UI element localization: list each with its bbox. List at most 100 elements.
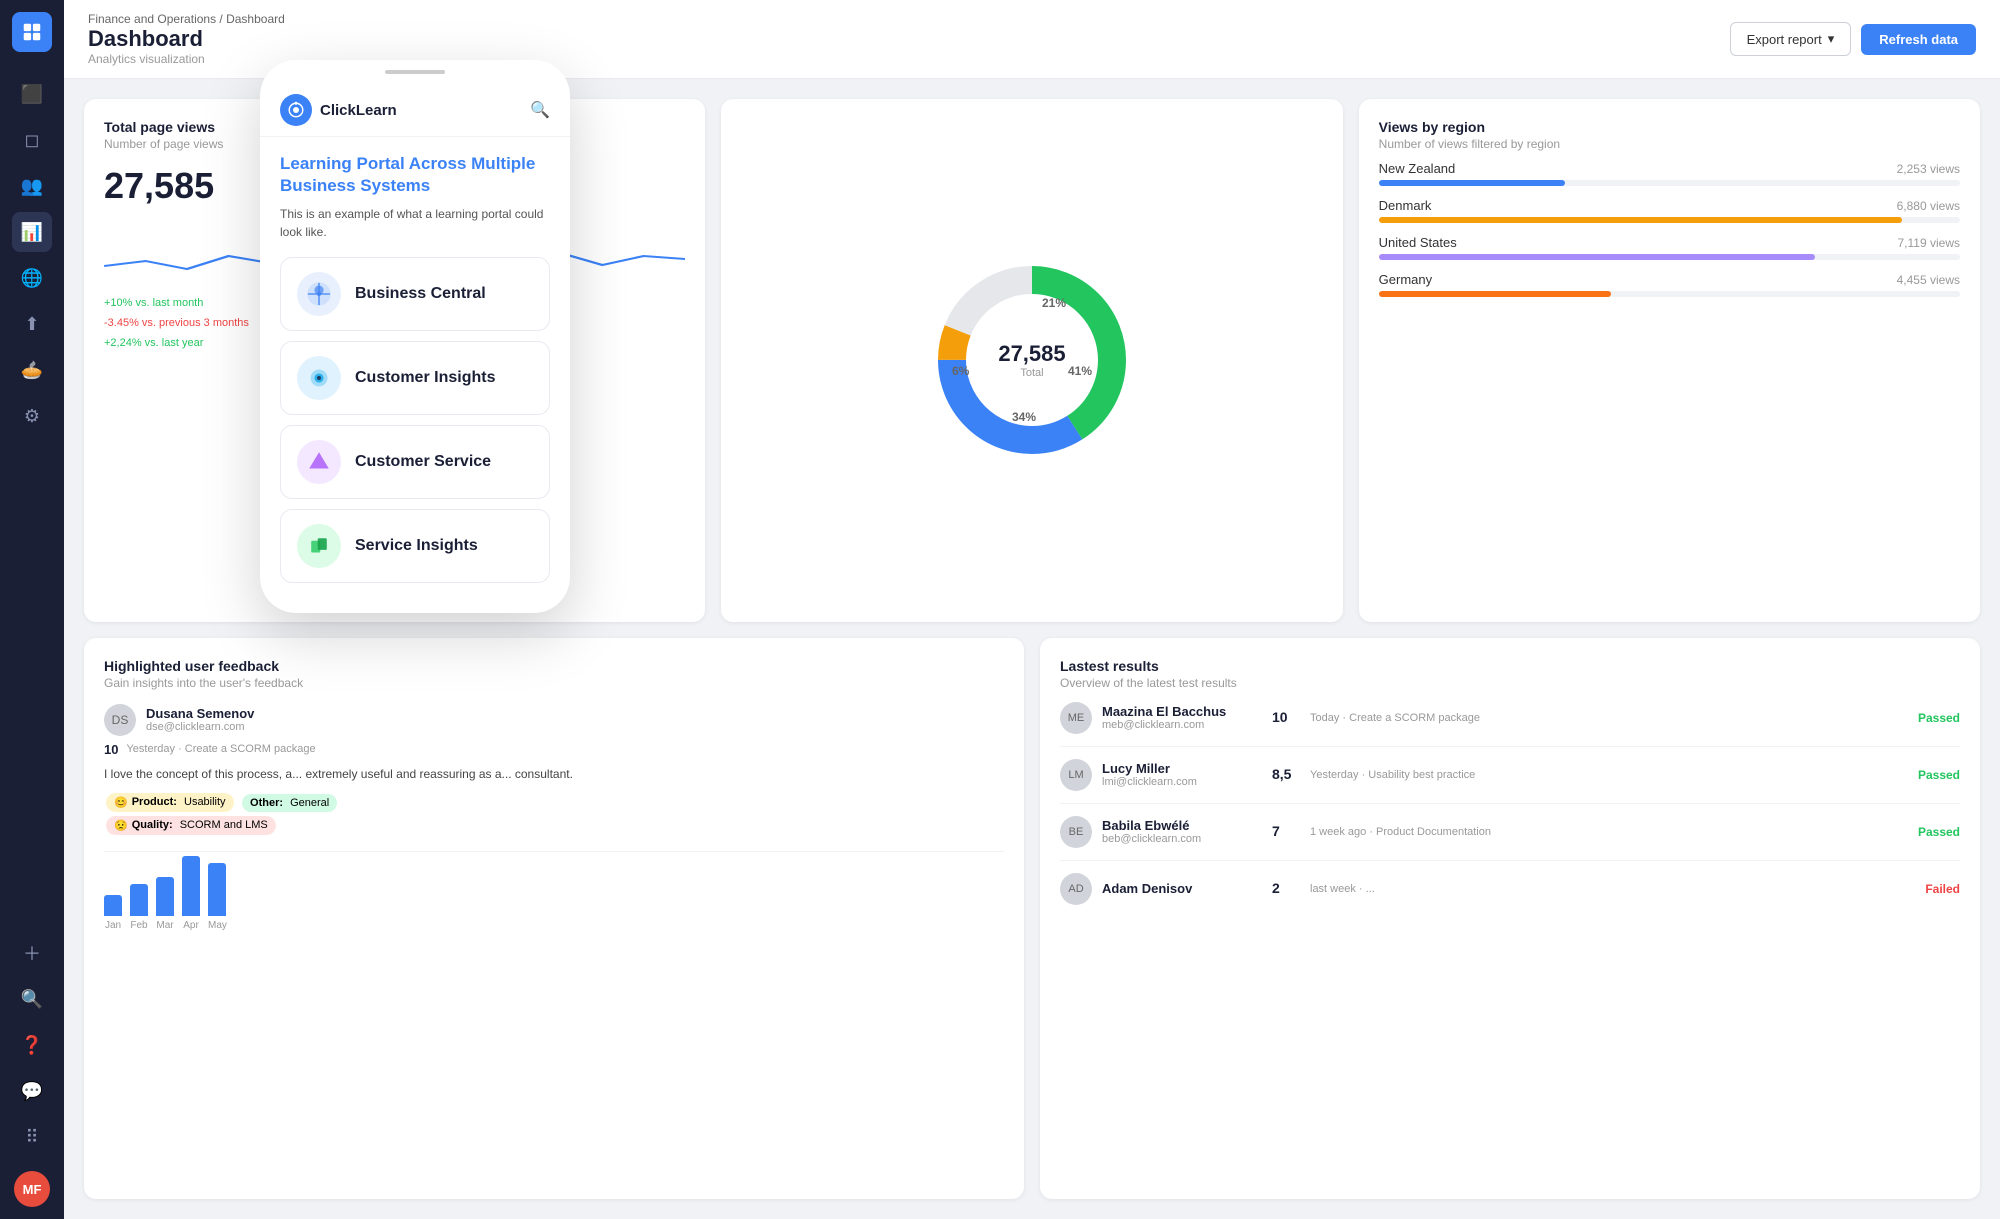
sidebar-item-chat[interactable]: 💬 bbox=[12, 1071, 52, 1111]
region-item: New Zealand 2,253 views bbox=[1379, 161, 1960, 186]
feedback-user-email: dse@clicklearn.com bbox=[146, 721, 254, 733]
donut-chart: 27,585 Total 21% 41% 34% 6% bbox=[932, 260, 1132, 460]
phone-menu: Business Central Customer Insights Custo… bbox=[280, 257, 550, 583]
result-avatar: LM bbox=[1060, 759, 1092, 791]
region-list: New Zealand 2,253 views Denmark 6,880 vi… bbox=[1379, 161, 1960, 297]
bar-month-label: Jan bbox=[105, 920, 121, 931]
bar-column: May bbox=[208, 863, 227, 931]
result-row: AD Adam Denisov 2 last week · ... Failed bbox=[1060, 861, 1960, 917]
region-bar-wrap bbox=[1379, 217, 1960, 223]
phone-menu-icon-bc bbox=[297, 272, 341, 316]
bar bbox=[156, 877, 174, 916]
sidebar-item-pie[interactable]: 🥧 bbox=[12, 350, 52, 390]
pct-label-blue: 34% bbox=[1012, 410, 1036, 424]
export-report-button[interactable]: Export report ▾ bbox=[1730, 22, 1852, 56]
region-bar-wrap bbox=[1379, 291, 1960, 297]
bar bbox=[130, 884, 148, 916]
result-avatar: ME bbox=[1060, 702, 1092, 734]
user-avatar-ds: DS bbox=[104, 704, 136, 736]
phone-headline: Learning Portal Across Multiple Business… bbox=[280, 153, 550, 197]
donut-value: 27,585 bbox=[998, 341, 1065, 367]
sidebar-item-search[interactable]: 🔍 bbox=[12, 979, 52, 1019]
page-title: Dashboard bbox=[88, 26, 285, 52]
region-name: New Zealand bbox=[1379, 161, 1456, 176]
region-item: Denmark 6,880 views bbox=[1379, 198, 1960, 223]
feedback-card: Highlighted user feedback Gain insights … bbox=[84, 638, 1024, 1199]
phone-search-icon[interactable]: 🔍 bbox=[530, 100, 550, 120]
stat3: +2,24% vs. last year bbox=[104, 337, 203, 349]
phone-body: Learning Portal Across Multiple Business… bbox=[260, 137, 570, 583]
bar bbox=[182, 856, 200, 916]
phone-menu-label: Customer Insights bbox=[355, 369, 495, 387]
region-views: 2,253 views bbox=[1897, 162, 1960, 176]
bar bbox=[208, 863, 226, 916]
result-status: Passed bbox=[1918, 711, 1960, 725]
refresh-data-button[interactable]: Refresh data bbox=[1861, 24, 1976, 55]
region-name: United States bbox=[1379, 235, 1457, 250]
bar-column: Jan bbox=[104, 895, 122, 931]
views-by-region-card: Views by region Number of views filtered… bbox=[1359, 99, 1980, 622]
result-email: meb@clicklearn.com bbox=[1102, 719, 1262, 731]
sidebar-item-globe[interactable]: 🌐 bbox=[12, 258, 52, 298]
region-title: Views by region bbox=[1379, 119, 1960, 135]
page-subtitle: Analytics visualization bbox=[88, 52, 285, 66]
phone-menu-icon-cs bbox=[297, 440, 341, 484]
feedback-subtitle: Gain insights into the user's feedback bbox=[104, 676, 1004, 690]
stat2: -3.45% vs. previous 3 months bbox=[104, 317, 249, 329]
bar-column: Mar bbox=[156, 877, 174, 931]
region-bar bbox=[1379, 217, 1902, 223]
bar-column: Apr bbox=[182, 856, 200, 931]
result-score: 2 bbox=[1272, 880, 1280, 896]
phone-menu-item-ci[interactable]: Customer Insights bbox=[280, 341, 550, 415]
region-bar bbox=[1379, 180, 1565, 186]
sidebar-logo[interactable] bbox=[12, 12, 52, 52]
sidebar-item-settings[interactable]: ⚙ bbox=[12, 396, 52, 436]
region-name: Denmark bbox=[1379, 198, 1432, 213]
phone-menu-icon-ci bbox=[297, 356, 341, 400]
sidebar-item-plus[interactable]: ＋ bbox=[12, 933, 52, 973]
donut-label: Total bbox=[998, 367, 1065, 379]
results-list: ME Maazina El Bacchus meb@clicklearn.com… bbox=[1060, 690, 1960, 917]
results-title: Lastest results bbox=[1060, 658, 1960, 674]
donut-chart-card: 27,585 Total 21% 41% 34% 6% bbox=[721, 99, 1342, 622]
sidebar-avatar[interactable]: MF bbox=[14, 1171, 50, 1207]
result-row: ME Maazina El Bacchus meb@clicklearn.com… bbox=[1060, 690, 1960, 747]
sidebar-item-help[interactable]: ❓ bbox=[12, 1025, 52, 1065]
result-meta: last week · ... bbox=[1310, 883, 1915, 895]
sidebar-item-cube[interactable]: ◻ bbox=[12, 120, 52, 160]
phone-notch-bar bbox=[385, 70, 445, 74]
tag-other: Other: General bbox=[242, 794, 337, 812]
sidebar-item-users[interactable]: 👥 bbox=[12, 166, 52, 206]
result-name: Adam Denisov bbox=[1102, 881, 1262, 896]
feedback-score: 10 bbox=[104, 742, 118, 757]
bottom-row: Highlighted user feedback Gain insights … bbox=[84, 638, 1980, 1199]
phone-menu-item-si[interactable]: Service Insights bbox=[280, 509, 550, 583]
feedback-user-name: Dusana Semenov bbox=[146, 706, 254, 721]
region-bar-wrap bbox=[1379, 254, 1960, 260]
sidebar-item-apps[interactable]: ⠿ bbox=[12, 1117, 52, 1157]
stat1: +10% vs. last month bbox=[104, 297, 203, 309]
sidebar-item-chart[interactable]: 📊 bbox=[12, 212, 52, 252]
phone-logo: ClickLearn bbox=[280, 94, 397, 126]
result-meta: Today · Create a SCORM package bbox=[1310, 712, 1908, 724]
result-score: 10 bbox=[1272, 709, 1288, 725]
phone-menu-item-cs[interactable]: Customer Service bbox=[280, 425, 550, 499]
result-meta: 1 week ago · Product Documentation bbox=[1310, 826, 1908, 838]
phone-logo-circle bbox=[280, 94, 312, 126]
feedback-title: Highlighted user feedback bbox=[104, 658, 1004, 674]
sidebar-item-upload[interactable]: ⬆ bbox=[12, 304, 52, 344]
bar-month-label: Apr bbox=[183, 920, 199, 931]
result-status: Passed bbox=[1918, 825, 1960, 839]
bar-month-label: May bbox=[208, 920, 227, 931]
phone-menu-item-bc[interactable]: Business Central bbox=[280, 257, 550, 331]
result-status: Passed bbox=[1918, 768, 1960, 782]
sidebar-item-layers[interactable]: ⬛ bbox=[12, 74, 52, 114]
result-email: beb@clicklearn.com bbox=[1102, 833, 1262, 845]
result-avatar: BE bbox=[1060, 816, 1092, 848]
result-meta: Yesterday · Usability best practice bbox=[1310, 769, 1908, 781]
pct-label-orange: 6% bbox=[952, 364, 969, 378]
region-views: 4,455 views bbox=[1897, 273, 1960, 287]
feedback-bar-chart: Jan Feb Mar Apr May bbox=[104, 851, 1004, 931]
result-score: 7 bbox=[1272, 823, 1280, 839]
region-name: Germany bbox=[1379, 272, 1432, 287]
